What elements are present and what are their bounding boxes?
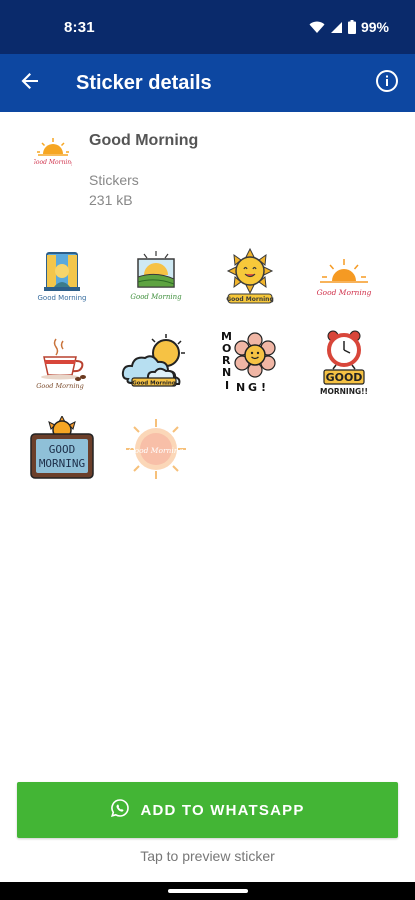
page-title: Sticker details bbox=[76, 71, 212, 94]
sticker-smiling-sun[interactable]: Good Morning bbox=[206, 238, 294, 316]
sticker-alarm-clock[interactable]: GOOD MORNING!! bbox=[300, 324, 388, 402]
sticker-morning-flower[interactable]: M O R N I N G ! bbox=[206, 324, 294, 402]
sticker-caption-secondary: MORNING!! bbox=[320, 387, 368, 396]
battery-icon bbox=[347, 20, 356, 34]
preview-hint: Tap to preview sticker bbox=[140, 848, 275, 864]
sticker-good-morning-window[interactable]: Good Morning bbox=[18, 238, 106, 316]
signal-icon bbox=[330, 21, 343, 34]
sticker-grid: Good Morning Good Morning Good Morning G… bbox=[18, 238, 398, 488]
sticker-letter: ! bbox=[261, 381, 266, 394]
sticker-good-morning-board[interactable]: GOOD MORNING bbox=[18, 410, 106, 488]
battery-level: 99% bbox=[360, 19, 389, 35]
sticker-coffee-cup[interactable]: Good Morning bbox=[18, 324, 106, 402]
add-to-whatsapp-button[interactable]: ADD TO WHATSAPP bbox=[17, 782, 398, 838]
sticker-sun-clouds[interactable]: Good Morning bbox=[112, 324, 200, 402]
info-icon bbox=[375, 69, 399, 98]
add-to-whatsapp-label: ADD TO WHATSAPP bbox=[140, 801, 305, 819]
status-bar: 8:31 99% bbox=[0, 0, 415, 54]
gesture-nav-bar bbox=[0, 882, 415, 900]
status-time: 8:31 bbox=[64, 18, 95, 36]
sticker-caption: Good Morning bbox=[36, 382, 84, 390]
sticker-good-morning-glow[interactable]: Good Morning bbox=[112, 410, 200, 488]
sticker-letter: G bbox=[248, 381, 257, 394]
sticker-sunrise-lines[interactable]: Good Morning bbox=[300, 238, 388, 316]
sticker-caption: Good Morning bbox=[317, 288, 372, 297]
wifi-icon bbox=[309, 21, 325, 34]
sticker-letter: I bbox=[225, 379, 229, 392]
sticker-letter: N bbox=[222, 366, 231, 379]
whatsapp-icon bbox=[110, 798, 130, 823]
sticker-caption: Good Morning bbox=[132, 381, 176, 387]
sticker-letter: N bbox=[236, 381, 245, 394]
svg-text:Good Morning: Good Morning bbox=[34, 159, 72, 166]
sticker-caption: Good Morning bbox=[129, 446, 184, 455]
status-icons: 99% bbox=[309, 19, 389, 35]
sticker-caption: Good Morning bbox=[226, 296, 274, 303]
sticker-caption: GOOD bbox=[49, 443, 76, 456]
home-handle[interactable] bbox=[168, 889, 248, 893]
pack-size: 231 kB bbox=[89, 192, 133, 208]
pack-title: Good Morning bbox=[89, 132, 199, 149]
pack-header: Good Morning Good Morning Stickers 231 k… bbox=[0, 112, 415, 222]
pack-tray-icon: Good Morning bbox=[31, 132, 75, 170]
sticker-sunrise-field[interactable]: Good Morning bbox=[112, 238, 200, 316]
sticker-caption: Good Morning bbox=[38, 294, 87, 302]
info-button[interactable] bbox=[359, 54, 415, 112]
app-bar: Sticker details bbox=[0, 54, 415, 112]
sticker-caption: Good Morning bbox=[130, 293, 182, 301]
sticker-caption: GOOD bbox=[326, 371, 363, 384]
arrow-left-icon bbox=[20, 71, 40, 96]
pack-publisher: Stickers bbox=[89, 172, 139, 188]
back-button[interactable] bbox=[0, 54, 60, 112]
sticker-caption-secondary: MORNING bbox=[39, 457, 85, 470]
